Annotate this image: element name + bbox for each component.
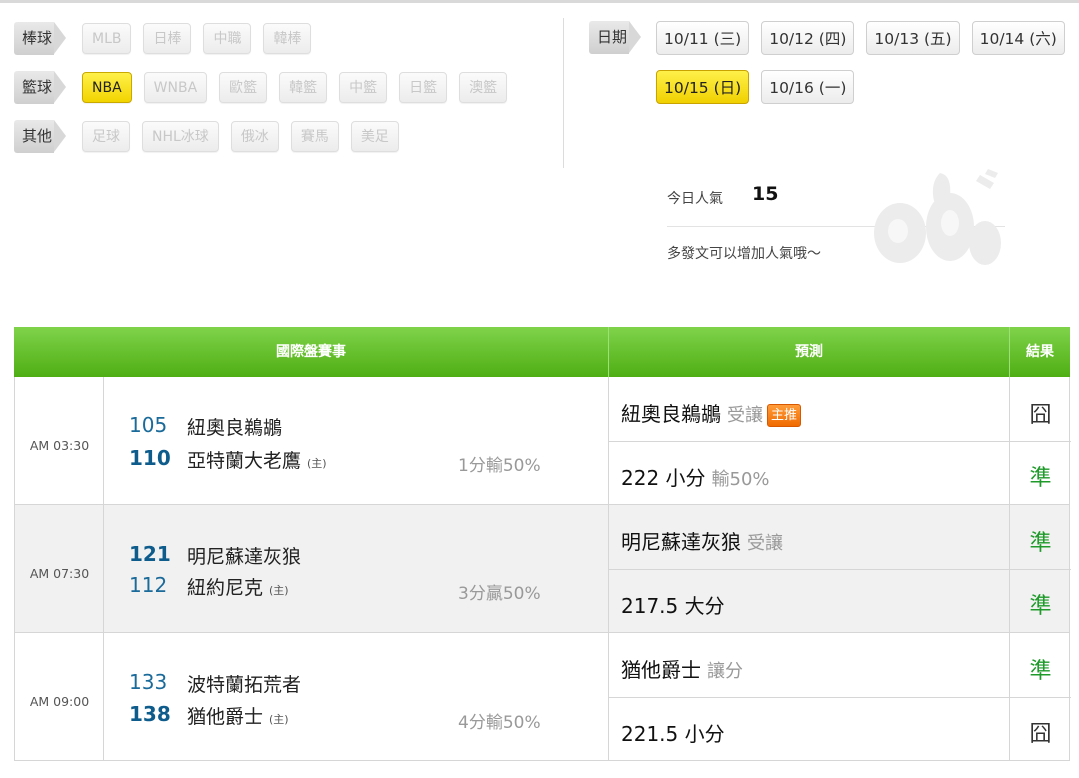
filter-nhl[interactable]: NHL冰球 [142, 121, 219, 152]
prediction-type: 受讓 [747, 533, 783, 554]
date-1016[interactable]: 10/16 (一) [761, 70, 855, 104]
prediction-total-value: 221.5 小分 [621, 722, 725, 746]
table-row: AM 09:00 133 波特蘭拓荒者 138 猶他爵士 (主) 4分輸50% 猶… [14, 633, 1071, 761]
header-match: 國際盤賽事 [276, 344, 346, 360]
result-total: 準 [1029, 594, 1052, 619]
away-team[interactable]: 明尼蘇達灰狼 [187, 542, 301, 569]
date-tag: 日期 [589, 21, 641, 54]
prediction-team: 猶他爵士 [621, 658, 701, 682]
filter-euro-basketball[interactable]: 歐籃 [219, 72, 268, 103]
away-score: 133 [129, 670, 168, 694]
prediction-spread: 猶他爵士 讓分 [621, 654, 743, 683]
filter-nba[interactable]: NBA [82, 72, 132, 103]
home-marker: (主) [307, 457, 327, 470]
table-row: AM 07:30 121 明尼蘇達灰狼 112 紐約尼克 (主) 3分贏50% 明… [14, 505, 1071, 633]
category-tag-basketball: 籃球 [14, 71, 66, 104]
filter-japan-basketball[interactable]: 日籃 [399, 72, 448, 103]
away-score: 121 [129, 542, 171, 566]
prediction-total: 221.5 小分 [621, 718, 725, 747]
game-time: AM 07:30 [29, 566, 90, 581]
game-time: AM 03:30 [29, 438, 90, 453]
popularity-value: 15 [752, 183, 779, 205]
section-divider [563, 18, 564, 168]
away-score: 105 [129, 413, 168, 437]
featured-badge: 主推 [767, 404, 802, 427]
away-team[interactable]: 紐奧良鵜鶘 [187, 413, 282, 440]
date-1014[interactable]: 10/14 (六) [971, 21, 1065, 55]
filter-australia-basketball[interactable]: 澳籃 [459, 72, 508, 103]
category-row-other: 其他 足球 NHL冰球 俄冰 賽馬 美足 [14, 120, 399, 153]
result-spread: 囧 [1029, 403, 1052, 428]
home-team[interactable]: 猶他爵士 (主) [187, 702, 289, 729]
home-score: 112 [129, 573, 168, 597]
home-team-name: 猶他爵士 [187, 706, 264, 728]
filter-china-basketball[interactable]: 中籃 [339, 72, 388, 103]
prediction-team: 紐奧良鵜鶘 [621, 402, 721, 426]
home-team-name: 紐約尼克 [187, 577, 264, 599]
home-score: 110 [129, 446, 171, 470]
filter-nfl[interactable]: 美足 [350, 121, 399, 152]
row-split [609, 697, 1071, 698]
filter-cpbl[interactable]: 中職 [203, 23, 252, 54]
home-score: 138 [129, 702, 171, 726]
filter-soccer[interactable]: 足球 [82, 121, 130, 152]
row-split [609, 569, 1071, 570]
filter-khl[interactable]: 俄冰 [230, 121, 279, 152]
date-1015[interactable]: 10/15 (日) [656, 70, 750, 104]
top-border [0, 0, 1079, 3]
home-marker: (主) [269, 713, 289, 726]
home-team[interactable]: 亞特蘭大老鷹 (主) [187, 446, 327, 473]
date-1013[interactable]: 10/13 (五) [866, 21, 960, 55]
header-prediction: 預測 [795, 344, 823, 360]
prediction-type: 受讓 [727, 405, 763, 426]
handicap-result: 3分贏50% [458, 584, 541, 604]
game-time: AM 09:00 [29, 694, 90, 709]
prediction-spread: 紐奧良鵜鶘 受讓 主推 [621, 398, 802, 427]
prediction-total-note: 輸50% [711, 469, 770, 490]
handicap-result: 1分輸50% [458, 456, 541, 476]
date-1011[interactable]: 10/11 (三) [656, 21, 750, 55]
home-team-name: 亞特蘭大老鷹 [187, 450, 302, 472]
filter-korea-basketball[interactable]: 韓籃 [279, 72, 328, 103]
handicap-result: 4分輸50% [458, 713, 541, 733]
filter-wnba[interactable]: WNBA [143, 72, 208, 103]
date-1012[interactable]: 10/12 (四) [761, 21, 855, 55]
date-tag-wrap: 日期 [589, 21, 641, 54]
table-row: AM 03:30 105 紐奧良鵜鶘 110 亞特蘭大老鷹 (主) 1分輸50% … [14, 377, 1071, 505]
prediction-total: 222 小分 輸50% [621, 462, 770, 491]
row-split [609, 441, 1071, 442]
table-header: 國際盤賽事 預測 結果 [14, 327, 1070, 377]
away-team[interactable]: 波特蘭拓荒者 [187, 670, 301, 697]
filter-mlb[interactable]: MLB [82, 23, 132, 54]
category-row-baseball: 棒球 MLB 日棒 中職 韓棒 [14, 22, 312, 55]
popularity-tip: 多發文可以增加人氣哦～ [667, 246, 821, 262]
result-total: 囧 [1029, 722, 1052, 747]
result-spread: 準 [1029, 659, 1052, 684]
category-tag-baseball: 棒球 [14, 22, 66, 55]
filter-horse-racing[interactable]: 賽馬 [290, 121, 339, 152]
prediction-total-value: 222 小分 [621, 466, 706, 490]
popularity-label: 今日人氣 [667, 191, 723, 207]
home-marker: (主) [269, 584, 289, 597]
prediction-total-value: 217.5 大分 [621, 594, 725, 618]
category-row-basketball: 籃球 NBA WNBA 歐籃 韓籃 中籃 日籃 澳籃 [14, 71, 508, 104]
prediction-team: 明尼蘇達灰狼 [621, 530, 741, 554]
filter-kbo[interactable]: 韓棒 [263, 23, 312, 54]
result-spread: 準 [1029, 531, 1052, 556]
category-tag-other: 其他 [14, 120, 66, 153]
home-team[interactable]: 紐約尼克 (主) [187, 573, 289, 600]
filter-npb[interactable]: 日棒 [143, 23, 192, 54]
date-row-1: 10/11 (三) 10/12 (四) 10/13 (五) 10/14 (六) [656, 21, 1077, 55]
result-total: 準 [1029, 466, 1052, 491]
mascot-watermark-icon [874, 169, 1001, 265]
prediction-type: 讓分 [707, 661, 743, 682]
prediction-total: 217.5 大分 [621, 590, 725, 619]
prediction-spread: 明尼蘇達灰狼 受讓 [621, 526, 783, 555]
date-row-2: 10/15 (日) 10/16 (一) [656, 70, 866, 104]
header-result: 結果 [1026, 344, 1054, 360]
